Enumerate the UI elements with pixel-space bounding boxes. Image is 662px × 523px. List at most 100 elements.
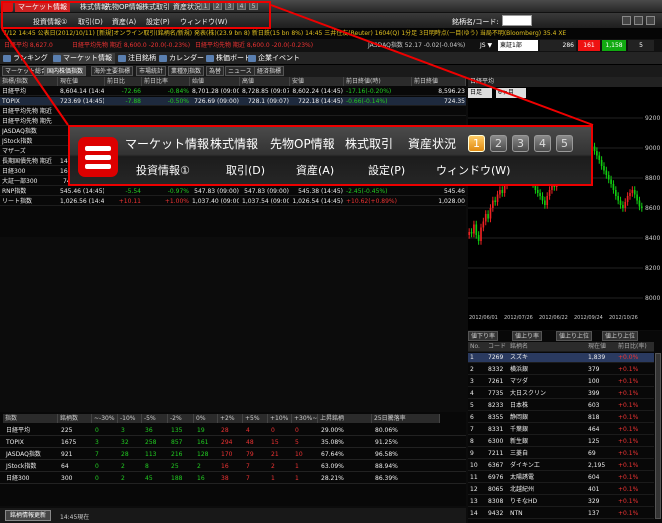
ranking-tab[interactable]: 値上り上位 xyxy=(602,331,639,341)
table-row[interactable]: 日経300 300 0 2 45 188 16 38 7 1 1 28.21% 86.39% xyxy=(0,474,466,484)
table-row[interactable]: 日経平均 225 0 3 36 135 19 28 4 0 0 29.00% 80.06% xyxy=(0,426,466,436)
ranking-row[interactable]: 3 7261 マツダ 100 +0.1% xyxy=(468,377,654,387)
table-row[interactable]: 日経平均 8,604.14 (14:45) -72.66 -0.84%8,701.28… xyxy=(0,87,466,96)
column-header[interactable]: +5% xyxy=(243,414,268,423)
column-header[interactable]: 25日騰落率 xyxy=(372,414,440,423)
ranking-row[interactable]: 4 7735 大日スクリン 399 +0.1% xyxy=(468,389,654,399)
tab-market-overview[interactable]: マーケット総合 xyxy=(2,66,51,76)
table-cell: 1,028.00 xyxy=(438,198,465,205)
ranking-row[interactable]: 6 8355 静岡銀 818 +0.1% xyxy=(468,413,654,423)
ranking-row[interactable]: 7 8331 千葉銀 464 +0.1% xyxy=(468,425,654,435)
column-header[interactable]: +30%~ xyxy=(292,414,318,423)
column-header[interactable]: 上昇銘柄 xyxy=(318,414,372,423)
column-header[interactable]: 指数 xyxy=(3,414,58,423)
ranking-tab[interactable]: 値下り率 xyxy=(468,331,499,341)
close-icon[interactable] xyxy=(646,16,655,25)
ranking-tab[interactable]: 値上り上位 xyxy=(556,331,593,341)
zoom-menu-stock-trade[interactable]: 株式取引 xyxy=(345,135,393,152)
column-header[interactable]: +2% xyxy=(218,414,243,423)
column-header[interactable]: 前日比(率) xyxy=(618,342,647,352)
zoom-menu-asset-status[interactable]: 資産状況 xyxy=(408,135,456,152)
tab-domestic-index[interactable]: 国内株価指数 xyxy=(44,66,87,76)
ranking-row[interactable]: 11 6976 太陽誘電 604 +0.1% xyxy=(468,473,654,483)
table-cell: 2 xyxy=(470,366,474,373)
zoom-menu-invest-info[interactable]: 投資情報① xyxy=(136,162,190,178)
table-row[interactable]: TOPIX 723.69 (14:45) -7.88 -0.50% 726.69 (09… xyxy=(0,97,466,106)
zoom-page-button-1[interactable]: 1 xyxy=(468,135,485,152)
tab-economic-indicators[interactable]: 経済指標 xyxy=(254,66,285,76)
zoom-page-button-3[interactable]: 3 xyxy=(512,135,529,152)
toolbar-ranking[interactable]: ランキング xyxy=(3,53,48,64)
ranking-row[interactable]: 8 6300 新生銀 125 +0.1% xyxy=(468,437,654,447)
column-header[interactable]: -5% xyxy=(142,414,168,423)
column-header[interactable]: コード xyxy=(488,342,506,352)
column-header[interactable]: 指標/指数 xyxy=(0,77,58,86)
column-header[interactable]: ~-30% xyxy=(92,414,118,423)
ranking-row[interactable]: 9 7211 三菱自 69 +0.1% xyxy=(468,449,654,459)
table-cell: -0.97% xyxy=(167,188,189,195)
table-row[interactable]: JStock指数 64 0 2 8 25 2 16 7 2 1 63.09% 88.94% xyxy=(0,462,466,472)
table-row[interactable]: RNP指数 545.46 (14:45) -5.54 -0.97% 547.83 (09… xyxy=(0,187,466,196)
tab-news[interactable]: ニュース xyxy=(225,66,255,76)
tab-overseas-index[interactable]: 海外主要指標 xyxy=(91,66,134,76)
column-header[interactable]: 前日比率 xyxy=(142,77,190,86)
ranking-row[interactable]: 1 7269 スズキ 1,839 +0.0% xyxy=(468,353,654,363)
column-header[interactable]: 安値 xyxy=(290,77,344,86)
column-header[interactable]: +10% xyxy=(268,414,292,423)
zoom-page-button-2[interactable]: 2 xyxy=(490,135,507,152)
ranking-row[interactable]: 13 8308 りそなHD 329 +0.1% xyxy=(468,497,654,507)
tab-market-stats[interactable]: 市場統計 xyxy=(136,66,167,76)
column-header[interactable]: 銘柄数 xyxy=(58,414,92,423)
table-cell: 2 xyxy=(271,463,275,470)
ranking-row[interactable]: 2 8332 横浜銀 379 +0.1% xyxy=(468,365,654,375)
minimize-icon[interactable] xyxy=(622,16,631,25)
toolbar-calendar[interactable]: カレンダー xyxy=(159,53,204,64)
column-header[interactable]: 現在値 xyxy=(588,342,606,352)
zoom-page-button-5[interactable]: 5 xyxy=(556,135,573,152)
maximize-icon[interactable] xyxy=(634,16,643,25)
column-header[interactable]: 高値 xyxy=(240,77,290,86)
ranking-tab[interactable]: 値上り率 xyxy=(512,331,543,341)
table-row[interactable]: 日経平均先物 期近 xyxy=(0,107,466,116)
table-row[interactable]: TOPIX 1675 3 32 258 857 161 294 48 15 5 35.08% 91.25… xyxy=(0,438,466,448)
market-selector[interactable]: 東証1部 xyxy=(498,40,538,51)
column-header[interactable]: 銘柄名 xyxy=(510,342,528,352)
ranking-row[interactable]: 14 9432 NTN 137 +0.1% xyxy=(468,509,654,519)
tab-sector-index[interactable]: 業種別指数 xyxy=(168,66,205,76)
table-row[interactable]: JASDAQ指数 921 7 28 113 216 128 170 79 21 10 67.64% 96… xyxy=(0,450,466,460)
toolbar-market-info[interactable]: マーケット情報 xyxy=(53,53,115,64)
zoom-page-button-4[interactable]: 4 xyxy=(534,135,551,152)
ranking-scrollbar[interactable] xyxy=(655,353,661,519)
zoom-menu-trade[interactable]: 取引(D) xyxy=(226,162,265,178)
table-cell: 63.09% xyxy=(321,463,344,470)
ranking-row[interactable]: 10 6367 ダイキン工 2,195 +0.1% xyxy=(468,461,654,471)
column-header[interactable]: 前日終値(時) xyxy=(344,77,412,86)
column-header[interactable]: -2% xyxy=(168,414,194,423)
toolbar-stock-board[interactable]: 株価ボード xyxy=(206,53,251,64)
column-header[interactable]: 0% xyxy=(194,414,218,423)
update-button[interactable]: 銘柄情報更新 xyxy=(5,510,51,521)
table-cell: 294 xyxy=(221,439,233,446)
ranking-row[interactable]: 12 8065 北越紀州 401 +0.1% xyxy=(468,485,654,495)
column-header[interactable]: 前日比 xyxy=(105,77,142,86)
column-header[interactable]: 現在値 xyxy=(58,77,105,86)
zoom-menu-market-info[interactable]: マーケット情報 xyxy=(125,135,209,152)
column-header[interactable]: No. xyxy=(470,342,480,352)
zoom-menu-assets[interactable]: 資産(A) xyxy=(296,162,334,178)
zoom-menu-settings[interactable]: 設定(P) xyxy=(368,162,405,178)
table-cell: 16 xyxy=(197,475,205,482)
zoom-menu-futures-info[interactable]: 先物OP情報 xyxy=(270,135,335,152)
column-header[interactable]: 始値 xyxy=(190,77,240,86)
zoom-menu-window[interactable]: ウィンドウ(W) xyxy=(436,162,510,178)
tab-fx[interactable]: 為替 xyxy=(206,66,225,76)
toolbar-corporate-events[interactable]: 企業イベント xyxy=(248,53,300,64)
chart-period-select[interactable]: 日足 xyxy=(468,88,492,98)
chart-span-select[interactable]: 6ヶ月 xyxy=(496,88,526,98)
column-header[interactable]: -10% xyxy=(118,414,142,423)
table-row[interactable]: リート指数 1,026.56 (14:45) +10.11 +1.00%1,037.4… xyxy=(0,197,466,206)
code-search-input[interactable] xyxy=(502,15,532,26)
ranking-row[interactable]: 5 8233 日本株 603 +0.1% xyxy=(468,401,654,411)
toolbar-watch-stocks[interactable]: 注目銘柄 xyxy=(118,53,156,64)
column-header[interactable]: 前日終値 xyxy=(412,77,466,86)
zoom-menu-stock-info[interactable]: 株式情報 xyxy=(210,135,258,152)
